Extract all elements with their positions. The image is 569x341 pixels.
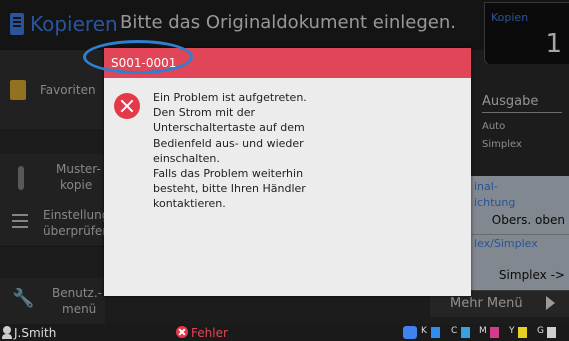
error-message-line: besteht, bitte Ihren Händler: [153, 182, 306, 196]
error-message-line: Bedienfeld aus- und wieder: [153, 136, 304, 150]
ink-label-y: Y: [509, 326, 515, 336]
error-message-line: kontaktieren.: [153, 197, 226, 211]
error-status-icon: [176, 326, 188, 338]
error-code-highlight: [83, 40, 193, 74]
error-message: Ein Problem ist aufgetreten. Den Strom m…: [153, 90, 353, 212]
error-message-line: Den Strom mit der: [153, 106, 256, 120]
error-message-line: einschalten.: [153, 151, 220, 165]
ink-label-k: K: [421, 326, 427, 336]
error-dialog: S001-0001 Ein Problem ist aufgetreten. D…: [104, 48, 471, 296]
error-message-line: Unterschaltertaste auf dem: [153, 121, 305, 135]
error-icon: [114, 93, 140, 119]
status-bar: J.Smith Fehler K C M Y G: [0, 324, 569, 341]
error-message-line: Ein Problem ist aufgetreten.: [153, 91, 307, 104]
ink-level-g: [547, 327, 556, 338]
link-icon[interactable]: [403, 326, 417, 339]
ink-label-g: G: [537, 326, 544, 336]
ink-level-y: [518, 327, 527, 338]
copy-screen: Kopieren Bitte das Originaldokument einl…: [0, 0, 569, 341]
ink-level-m: [490, 327, 499, 338]
user-name[interactable]: J.Smith: [14, 326, 56, 340]
ink-level-c: [461, 327, 470, 338]
ink-label-m: M: [479, 326, 487, 336]
ink-level-k: [431, 327, 440, 338]
error-status-text[interactable]: Fehler: [191, 326, 228, 340]
ink-label-c: C: [451, 326, 458, 336]
error-message-line: Falls das Problem weiterhin: [153, 167, 304, 181]
user-icon: [2, 326, 12, 339]
